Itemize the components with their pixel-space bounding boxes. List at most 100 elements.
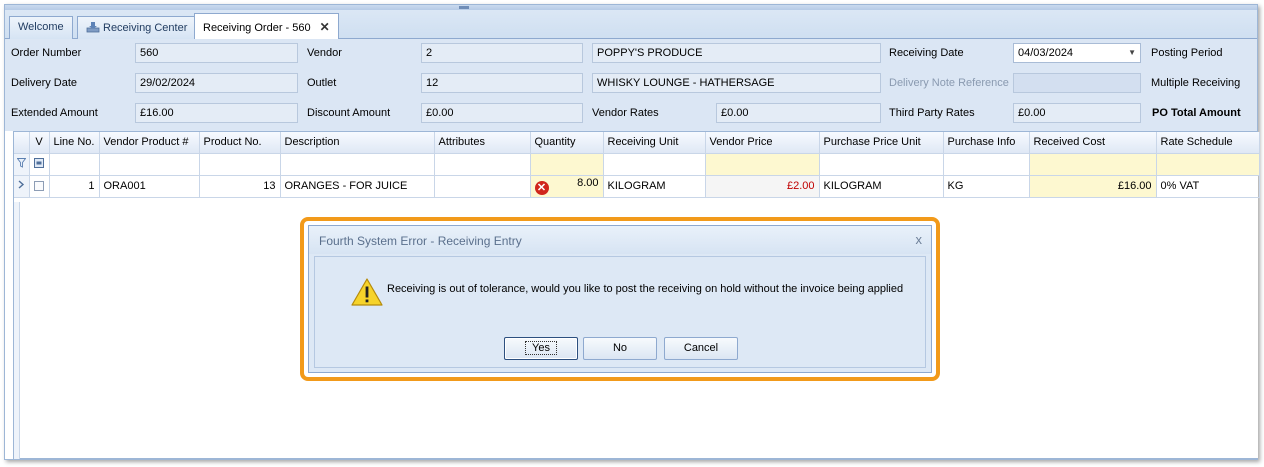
line-no-cell[interactable]: 1	[49, 175, 100, 198]
discount-amount-label: Discount Amount	[307, 107, 391, 119]
discount-amount-field[interactable]: £0.00	[421, 103, 583, 123]
tab-label: Welcome	[18, 21, 64, 33]
column-header-product-no[interactable]: Product No.	[199, 132, 281, 154]
column-header-rate-schedule[interactable]: Rate Schedule	[1156, 132, 1260, 154]
vendor-rates-field[interactable]: £0.00	[716, 103, 881, 123]
delivery-date-label: Delivery Date	[11, 77, 78, 89]
column-header-receiving-unit[interactable]: Receiving Unit	[603, 132, 706, 154]
tab-welcome[interactable]: Welcome	[9, 16, 73, 39]
vendor-code-field[interactable]: 2	[421, 43, 583, 63]
receiving-unit-cell[interactable]: KILOGRAM	[603, 175, 706, 198]
quantity-cell[interactable]: ✕ 8.00	[530, 175, 604, 198]
purchase-info-cell[interactable]: KG	[943, 175, 1030, 198]
column-header-vendor-product[interactable]: Vendor Product #	[99, 132, 200, 154]
filter-cell[interactable]	[1029, 153, 1157, 176]
dialog-body: Receiving is out of tolerance, would you…	[314, 256, 926, 368]
close-icon[interactable]: ✕	[320, 20, 330, 34]
filter-row	[14, 153, 1260, 176]
header-row: V Line No. Vendor Product # Product No. …	[14, 132, 1260, 154]
outlet-name-field[interactable]: WHISKY LOUNGE - HATHERSAGE	[592, 73, 881, 93]
filter-cell[interactable]	[603, 153, 706, 176]
column-header-v[interactable]: V	[29, 132, 50, 154]
filter-checkbox-cell[interactable]	[29, 153, 50, 176]
error-icon: ✕	[534, 181, 549, 195]
column-header-quantity[interactable]: Quantity	[530, 132, 604, 154]
order-number-field[interactable]: 560	[135, 43, 298, 63]
delivery-note-label: Delivery Note Reference	[889, 77, 1009, 89]
column-header-purchase-price-unit[interactable]: Purchase Price Unit	[819, 132, 944, 154]
yes-button[interactable]: Yes	[504, 337, 578, 360]
column-header-vendor-price[interactable]: Vendor Price	[705, 132, 820, 154]
lines-table: V Line No. Vendor Product # Product No. …	[14, 132, 1260, 198]
vendor-rates-label: Vendor Rates	[592, 107, 659, 119]
table-row[interactable]: 1 ORA001 13 ORANGES - FOR JUICE ✕ 8.00 K…	[14, 175, 1260, 198]
order-header-form: Order Number 560 Vendor 2 POPPY'S PRODUC…	[5, 39, 1257, 131]
filter-icon[interactable]	[14, 153, 30, 176]
posting-period-label: Posting Period	[1151, 47, 1223, 59]
column-header-received-cost[interactable]: Received Cost	[1029, 132, 1157, 154]
filter-cell[interactable]	[819, 153, 944, 176]
tab-bar: Welcome Receiving Center Receiving Order…	[5, 10, 1257, 40]
column-header-description[interactable]: Description	[280, 132, 435, 154]
dialog-title-text: Fourth System Error - Receiving Entry	[319, 234, 522, 248]
yes-label: Yes	[525, 341, 557, 355]
extended-amount-label: Extended Amount	[11, 107, 98, 119]
cancel-button[interactable]: Cancel	[664, 337, 738, 360]
filter-cell[interactable]	[705, 153, 820, 176]
close-icon[interactable]: x	[916, 232, 923, 247]
warning-icon	[351, 278, 383, 306]
column-header-line-no[interactable]: Line No.	[49, 132, 100, 154]
splitter-grip[interactable]	[459, 6, 469, 9]
filter-cell[interactable]	[530, 153, 604, 176]
column-header-purchase-info[interactable]: Purchase Info	[943, 132, 1030, 154]
tab-receiving-order[interactable]: Receiving Order - 560 ✕	[194, 13, 339, 40]
checkbox-icon[interactable]	[34, 181, 44, 192]
row-indicator-header	[14, 132, 30, 154]
row-checkbox[interactable]	[29, 175, 50, 198]
no-button[interactable]: No	[583, 337, 657, 360]
receiving-date-label: Receiving Date	[889, 47, 964, 59]
tab-receiving-center[interactable]: Receiving Center	[77, 16, 197, 39]
filter-cell[interactable]	[434, 153, 531, 176]
vendor-product-cell[interactable]: ORA001	[99, 175, 200, 198]
receiving-date-dropdown[interactable]: 04/03/2024 ▼	[1013, 43, 1141, 63]
filter-cell[interactable]	[99, 153, 200, 176]
vendor-name-field[interactable]: POPPY'S PRODUCE	[592, 43, 881, 63]
row-pointer-icon	[14, 175, 30, 198]
received-cost-cell[interactable]: £16.00	[1029, 175, 1157, 198]
po-total-label: PO Total Amount	[1152, 107, 1241, 119]
purchase-price-unit-cell[interactable]: KILOGRAM	[819, 175, 944, 198]
vendor-price-cell[interactable]: £2.00	[705, 175, 820, 198]
product-no-cell[interactable]: 13	[199, 175, 281, 198]
quantity-value: 8.00	[577, 177, 599, 189]
outlet-label: Outlet	[307, 77, 337, 89]
filter-cell[interactable]	[199, 153, 281, 176]
delivery-note-field[interactable]	[1013, 73, 1141, 93]
filter-cell[interactable]	[280, 153, 435, 176]
multiple-receiving-label: Multiple Receiving	[1151, 77, 1241, 89]
filter-toggle-icon[interactable]	[34, 157, 44, 168]
delivery-date-field[interactable]: 29/02/2024	[135, 73, 298, 93]
extended-amount-field[interactable]: £16.00	[135, 103, 298, 123]
tab-label: Receiving Center	[103, 22, 188, 34]
dialog-title: Fourth System Error - Receiving Entry x	[309, 226, 931, 254]
third-party-rates-label: Third Party Rates	[889, 107, 975, 119]
third-party-rates-field[interactable]: £0.00	[1013, 103, 1141, 123]
description-cell[interactable]: ORANGES - FOR JUICE	[280, 175, 435, 198]
order-number-label: Order Number	[11, 47, 82, 59]
download-icon	[86, 21, 100, 33]
filter-cell[interactable]	[943, 153, 1030, 176]
chevron-down-icon[interactable]: ▼	[1128, 44, 1136, 62]
receiving-date-value: 04/03/2024	[1018, 47, 1074, 59]
outlet-code-field[interactable]: 12	[421, 73, 583, 93]
dialog-message: Receiving is out of tolerance, would you…	[387, 283, 904, 295]
error-dialog: Fourth System Error - Receiving Entry x …	[308, 225, 932, 373]
vendor-label: Vendor	[307, 47, 342, 59]
tab-label: Receiving Order - 560	[203, 22, 311, 34]
attributes-cell[interactable]	[434, 175, 531, 198]
row-indicator-gutter	[14, 202, 20, 459]
filter-cell[interactable]	[49, 153, 100, 176]
rate-schedule-cell[interactable]: 0% VAT	[1156, 175, 1260, 198]
filter-cell[interactable]	[1156, 153, 1260, 176]
column-header-attributes[interactable]: Attributes	[434, 132, 531, 154]
